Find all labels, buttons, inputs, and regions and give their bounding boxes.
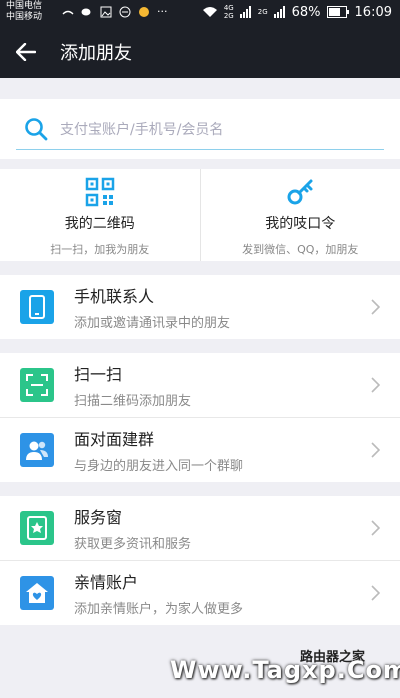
search-section: 支付宝账户/手机号/会员名 (0, 99, 400, 159)
more-notifications-icon: ··· (157, 5, 168, 18)
list-item-title: 手机联系人 (74, 287, 155, 306)
battery-icon (326, 6, 349, 18)
carrier-info: 中国电信 中国移动 (6, 1, 42, 23)
list-item-title: 亲情账户 (74, 573, 139, 592)
list-item-subtitle: 获取更多资讯和服务 (74, 537, 192, 552)
list-group-contacts: 手机联系人 添加或邀请通讯录中的朋友 (0, 275, 400, 339)
page-title: 添加朋友 (60, 43, 132, 64)
back-button[interactable] (0, 26, 52, 78)
gallery-icon (100, 6, 112, 17)
list-group-scan: 扫一扫 扫描二维码添加朋友 面对面建群 与身边的朋友进入同一个群聊 (0, 353, 400, 482)
list-item-subtitle: 扫描二维码添加朋友 (74, 394, 192, 409)
emoji-icon (139, 6, 149, 17)
scan-icon (20, 368, 54, 402)
list-item-title: 服务窗 (74, 508, 123, 527)
chevron-right-icon (371, 442, 380, 458)
passcode-title: 我的吱口令 (265, 216, 336, 232)
chevron-right-icon (371, 299, 380, 315)
key-icon (287, 179, 313, 205)
list-item-face-to-face-group[interactable]: 面对面建群 与身边的朋友进入同一个群聊 (0, 417, 400, 482)
list-item-service-window[interactable]: 服务窗 获取更多资讯和服务 (0, 496, 400, 560)
list-item-title: 扫一扫 (74, 365, 123, 384)
passcode-subtitle: 发到微信、QQ，加朋友 (242, 243, 359, 256)
list-item-subtitle: 与身边的朋友进入同一个群聊 (74, 459, 244, 474)
my-qr-code-button[interactable]: 我的二维码 扫一扫，加我为朋友 (0, 169, 200, 261)
search-icon (25, 118, 48, 141)
list-item-scan[interactable]: 扫一扫 扫描二维码添加朋友 (0, 353, 400, 417)
notification-icons: ··· (62, 5, 168, 18)
signal-icon (239, 6, 251, 18)
chevron-right-icon (371, 520, 380, 536)
wifi-icon (202, 7, 217, 17)
status-bar: 中国电信 中国移动 ··· 4G 2G 2G 68% 16:09 (0, 0, 400, 26)
battery-percent: 68% (291, 4, 321, 20)
my-passcode-button[interactable]: 我的吱口令 发到微信、QQ，加朋友 (199, 169, 400, 261)
service-window-icon (20, 511, 54, 545)
network-2: 2G (257, 8, 268, 16)
wechat-icon (81, 8, 91, 15)
signal-2-icon (273, 6, 285, 18)
nav-bar: 添加朋友 (0, 26, 400, 78)
list-item-phone-contacts[interactable]: 手机联系人 添加或邀请通讯录中的朋友 (0, 275, 400, 339)
chevron-right-icon (371, 377, 380, 393)
status-right: 4G 2G 2G 68% 16:09 (202, 4, 392, 20)
missed-call-icon (62, 10, 74, 15)
qr-code-icon (85, 177, 114, 207)
chevron-right-icon (371, 585, 380, 601)
browser-icon (119, 6, 131, 17)
list-item-title: 面对面建群 (74, 430, 155, 449)
list-item-subtitle: 添加或邀请通讯录中的朋友 (74, 316, 231, 331)
qr-subtitle: 扫一扫，加我为朋友 (50, 243, 150, 256)
watermark: Www.Tagxp.Com (170, 656, 400, 684)
qr-title: 我的二维码 (64, 216, 135, 232)
list-group-services: 服务窗 获取更多资讯和服务 亲情账户 添加亲情账户，为家人做更多 (0, 496, 400, 625)
list-item-subtitle: 添加亲情账户，为家人做更多 (74, 602, 244, 617)
list-item-family-account[interactable]: 亲情账户 添加亲情账户，为家人做更多 (0, 560, 400, 625)
phone-icon (20, 290, 54, 324)
network-type: 4G 2G (223, 4, 234, 20)
quick-actions: 我的二维码 扫一扫，加我为朋友 我的吱口令 发到微信、QQ，加朋友 (0, 169, 400, 261)
carrier-2: 中国移动 (6, 12, 43, 22)
clock: 16:09 (354, 4, 392, 20)
group-users-icon (20, 433, 54, 467)
carrier-1: 中国电信 (6, 1, 43, 11)
arrow-left-icon (16, 43, 36, 61)
family-home-icon (20, 576, 54, 610)
search-input[interactable]: 支付宝账户/手机号/会员名 (16, 109, 384, 150)
search-placeholder: 支付宝账户/手机号/会员名 (60, 122, 224, 138)
